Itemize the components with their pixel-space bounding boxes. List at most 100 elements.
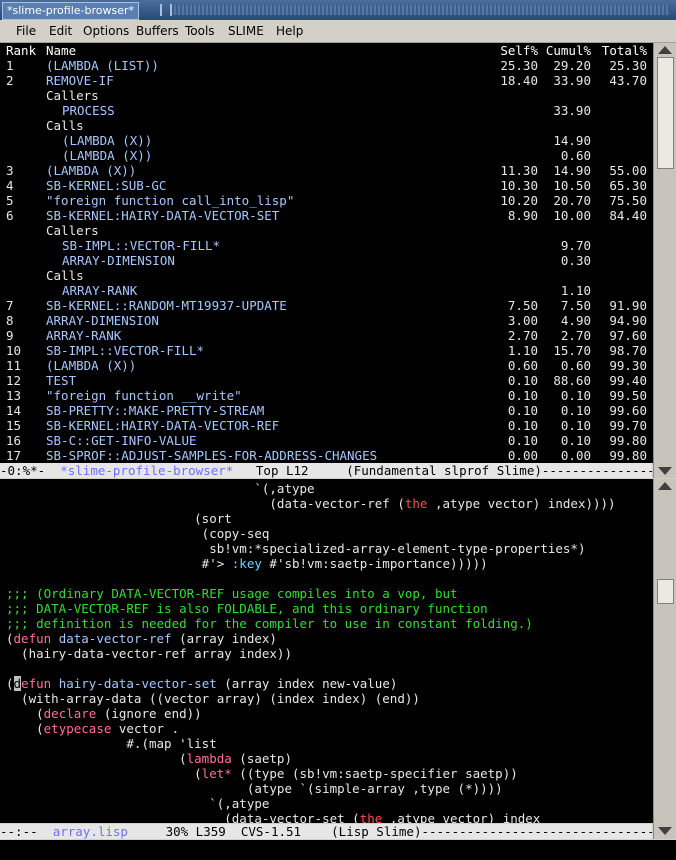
row-cumul-percent: 9.70 [560,238,591,253]
source-scrollbar[interactable] [653,479,676,839]
profile-row[interactable]: 4 SB-KERNEL:SUB-GC 10.30 10.50 65.30 [0,178,653,193]
source-code-pane[interactable]: `(,atype (data-vector-ref (the ,atype ve… [0,479,653,823]
profile-row[interactable]: 9 ARRAY-RANK 2.70 2.70 97.60 [0,328,653,343]
profile-row[interactable]: 16 SB-C::GET-INFO-VALUE 0.10 0.10 99.80 [0,433,653,448]
code-line[interactable]: `(,atype [6,481,314,496]
row-cumul-percent: 0.60 [560,148,591,163]
profile-row[interactable]: 13 "foreign function __write" 0.10 0.10 99.5… [0,388,653,403]
profile-scroll-thumb[interactable] [657,57,674,169]
profile-row[interactable]: 5 "foreign function call_into_lisp" 10.20 2… [0,193,653,208]
profile-subrow[interactable]: SB-IMPL::VECTOR-FILL* 9.70 [0,238,653,253]
code-token: ( [6,721,44,736]
profile-section-label: Callers [0,88,653,103]
profile-row[interactable]: 12 TEST 0.10 88.60 99.40 [0,373,653,388]
code-line[interactable]: ;;; DATA-VECTOR-REF is also FOLDABLE, an… [6,601,488,616]
code-line[interactable]: (sort [6,511,232,526]
row-rank: 14 [6,403,22,418]
window-title[interactable]: *slime-profile-browser* [2,2,140,20]
code-token: (ignore end)) [96,706,202,721]
scroll-down-icon[interactable] [658,827,672,835]
code-line[interactable]: #'> :key #'sb!vm:saetp-importance))))) [6,556,488,571]
code-line[interactable]: (hairy-data-vector-ref array index)) [6,646,292,661]
menu-help[interactable]: Help [276,23,303,39]
code-line[interactable]: (copy-seq [6,526,270,541]
code-line[interactable]: (with-array-data ((vector array) (index … [6,691,420,706]
row-self-percent: 0.10 [507,433,538,448]
row-name: ARRAY-DIMENSION [62,253,175,268]
text-cursor: d [13,676,22,691]
row-name: SB-KERNEL:SUB-GC [46,178,167,193]
code-token: ( [6,751,187,766]
code-line[interactable]: (declare (ignore end)) [6,706,202,721]
profile-row[interactable]: 3 (LAMBDA (X)) 11.30 14.90 55.00 [0,163,653,178]
modeline-modes[interactable]: (Lisp Slime) [331,824,421,839]
code-line[interactable]: ;;; definition is needed for the compile… [6,616,533,631]
row-rank: 9 [6,328,14,343]
profile-subrow[interactable]: (LAMBDA (X)) 0.60 [0,148,653,163]
modeline-buffer-name[interactable]: *slime-profile-browser* [60,463,233,478]
code-line[interactable]: (lambda (saetp) [6,751,292,766]
profile-row[interactable]: 10 SB-IMPL::VECTOR-FILL* 1.10 15.70 98.70 [0,343,653,358]
profile-row[interactable]: 8 ARRAY-DIMENSION 3.00 4.90 94.90 [0,313,653,328]
profile-subrow[interactable]: ARRAY-RANK 1.10 [0,283,653,298]
code-line[interactable]: (atype `(simple-array ,type (*)))) [6,781,503,796]
row-cumul-percent: 0.30 [560,253,591,268]
profile-row[interactable]: 7 SB-KERNEL::RANDOM-MT19937-UPDATE 7.50 7.5… [0,298,653,313]
code-token: defun [13,631,52,646]
profile-row[interactable]: 11 (LAMBDA (X)) 0.60 0.60 99.30 [0,358,653,373]
profile-subrow[interactable]: (LAMBDA (X)) 14.90 [0,133,653,148]
code-line[interactable]: (data-vector-ref (the ,atype vector) ind… [6,496,615,511]
profile-row[interactable]: 17 SB-SPROF::ADJUST-SAMPLES-FOR-ADDRESS-C… [0,448,653,463]
row-self-percent: 10.20 [500,193,538,208]
row-name: SB-KERNEL:HAIRY-DATA-VECTOR-REF [46,418,280,433]
modeline-fill: ---------------------------------------- [421,824,652,839]
menu-edit[interactable]: Edit [49,23,72,39]
scroll-up-icon[interactable] [658,482,672,490]
profile-row[interactable]: 6 SB-KERNEL:HAIRY-DATA-VECTOR-SET 8.90 10.0… [0,208,653,223]
code-line[interactable]: (defun data-vector-ref (array index) [6,631,277,646]
code-line[interactable]: `(,atype [6,796,269,811]
modeline-status: -0:%*- [0,463,61,478]
code-line[interactable]: (defun hairy-data-vector-set (array inde… [6,676,397,691]
code-line[interactable]: ;;; (Ordinary DATA-VECTOR-REF usage comp… [6,586,458,601]
row-total-percent: 99.40 [609,373,647,388]
menu-file[interactable]: File [16,23,36,39]
profile-subrow[interactable]: ARRAY-DIMENSION 0.30 [0,253,653,268]
profile-browser-pane[interactable]: Rank Name Self% Cumul% Total% 1 (LAMBDA (… [0,43,653,463]
row-name: SB-KERNEL:HAIRY-DATA-VECTOR-SET [46,208,280,223]
profile-subrow[interactable]: PROCESS 33.90 [0,103,653,118]
profile-scrollbar[interactable] [653,43,676,478]
row-rank: 16 [6,433,22,448]
row-name: "foreign function __write" [46,388,242,403]
menu-slime[interactable]: SLIME [228,23,264,39]
menu-buffers[interactable]: Buffers [136,23,179,39]
menu-options[interactable]: Options [83,23,129,39]
row-total-percent: 99.70 [609,418,647,433]
profile-row[interactable]: 14 SB-PRETTY::MAKE-PRETTY-STREAM 0.10 0.10 9… [0,403,653,418]
scroll-up-icon[interactable] [658,46,672,54]
profile-row[interactable]: 15 SB-KERNEL:HAIRY-DATA-VECTOR-REF 0.10 0.1… [0,418,653,433]
code-comment: ;;; (Ordinary DATA-VECTOR-REF usage comp… [6,586,458,601]
code-token: ((type (sb!vm:saetp-specifier saetp)) [231,766,518,781]
code-line[interactable]: (etypecase vector . [6,721,179,736]
source-scroll-thumb[interactable] [657,579,674,604]
row-cumul-percent: 7.50 [560,298,591,313]
code-token: #.(map 'list [6,736,217,751]
menu-tools[interactable]: Tools [185,23,215,39]
code-line[interactable]: sb!vm:*specialized-array-element-type-pr… [6,541,585,556]
header-name: Name [46,43,77,58]
row-total-percent: 75.50 [609,193,647,208]
modeline-buffer-name[interactable]: array.lisp [53,824,128,839]
code-line[interactable]: (let* ((type (sb!vm:saetp-specifier saet… [6,766,518,781]
profile-row[interactable]: 1 (LAMBDA (LIST)) 25.30 29.20 25.30 [0,58,653,73]
row-cumul-percent: 33.90 [553,73,591,88]
row-rank: 15 [6,418,22,433]
minibuffer[interactable] [0,840,676,860]
scroll-down-icon[interactable] [658,467,672,475]
modeline-modes[interactable]: (Fundamental slprof Slime) [346,463,542,478]
code-line[interactable]: #.(map 'list [6,736,217,751]
row-cumul-percent: 0.60 [560,358,591,373]
profile-header: Rank Name Self% Cumul% Total% [0,43,653,58]
code-line[interactable]: (data-vector-set (the ,atype vector) ind… [6,811,540,823]
profile-row[interactable]: 2 REMOVE-IF 18.40 33.90 43.70 [0,73,653,88]
